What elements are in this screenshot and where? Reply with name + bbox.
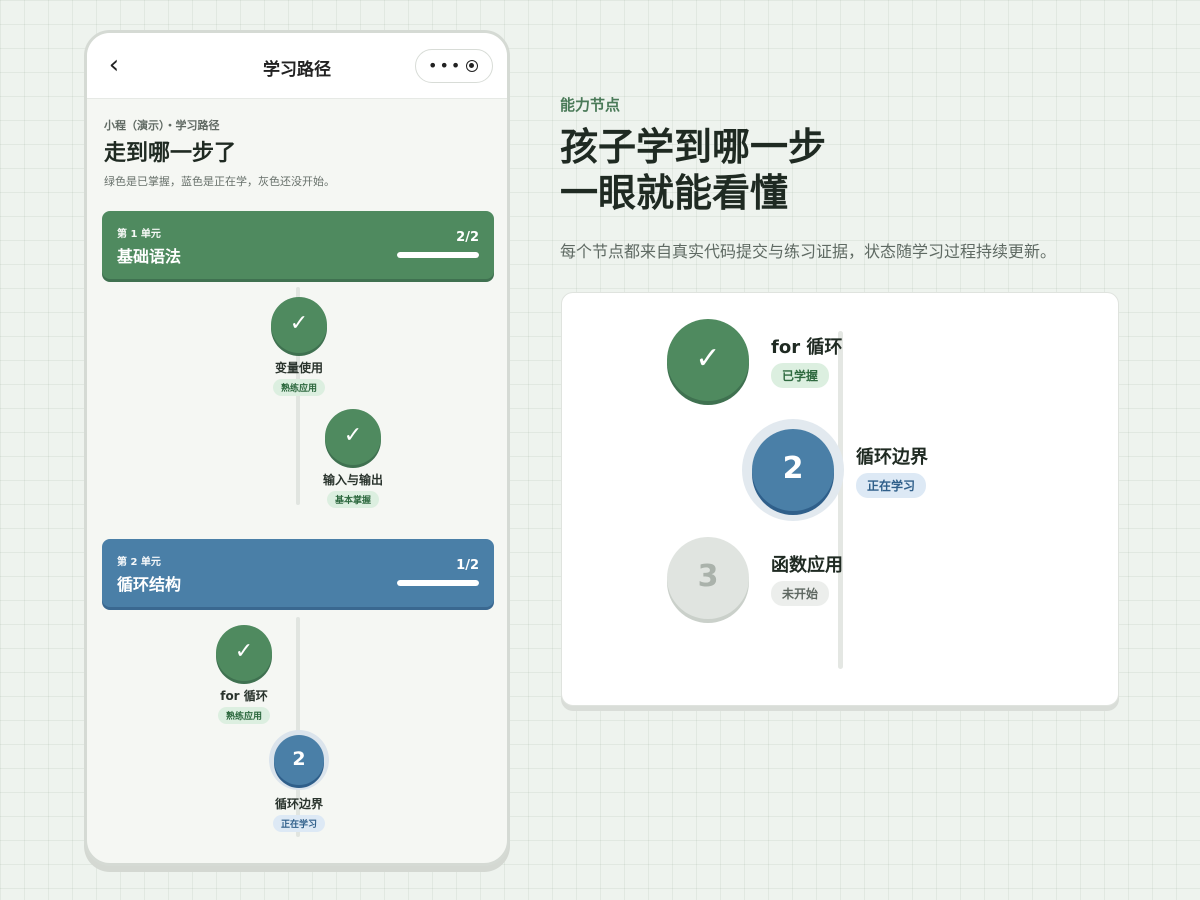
node-label: 输入与输出 bbox=[322, 473, 383, 487]
unit-label: 第 1 单元 bbox=[117, 229, 161, 240]
skill-node-for-loop[interactable]: ✓ for 循环 熟练应用 bbox=[184, 625, 304, 724]
skill-node-loop-boundary[interactable]: 2 循环边界 正在学习 bbox=[239, 735, 359, 832]
phone-frame: ‹ 学习路径 ••• 小程（演示）・学习路径 走到哪一步了 绿色是已掌握，蓝色是… bbox=[84, 30, 510, 866]
step-number[interactable]: 2 bbox=[752, 429, 834, 511]
unit-card-2[interactable]: 第 2 单元 循环结构 1/2 bbox=[102, 539, 494, 607]
headline-line-1: 孩子学到哪一步 bbox=[560, 125, 827, 169]
headline-line-2: 一眼就能看懂 bbox=[560, 171, 789, 215]
unit-progress-count: 2/2 bbox=[456, 230, 479, 245]
node-label: 循环边界 bbox=[274, 797, 323, 811]
node-label: 变量使用 bbox=[274, 361, 323, 375]
check-icon[interactable]: ✓ bbox=[271, 297, 327, 353]
status-badge: 未开始 bbox=[771, 581, 830, 606]
node-showcase-card: ✓ for 循环 已学握 2 循环边界 正在学习 3 函数应用 未开始 bbox=[561, 292, 1119, 706]
unit-name: 基础语法 bbox=[117, 247, 182, 266]
nav-bar: ‹ 学习路径 ••• bbox=[87, 33, 507, 99]
status-badge: 基本掌握 bbox=[326, 491, 379, 508]
section-subline: 每个节点都来自真实代码提交与练习证据，状态随学习过程持续更新。 bbox=[560, 242, 1057, 261]
path-line bbox=[838, 331, 843, 669]
node-label: 循环边界 bbox=[856, 447, 928, 468]
section-eyebrow: 能力节点 bbox=[560, 96, 621, 114]
node-label: 函数应用 bbox=[771, 555, 843, 576]
status-badge: 正在学习 bbox=[272, 815, 325, 832]
unit-progress-fill bbox=[397, 252, 479, 258]
mini-program-capsule[interactable]: ••• bbox=[415, 49, 493, 83]
status-badge: 熟练应用 bbox=[217, 707, 270, 724]
status-badge: 熟练应用 bbox=[272, 379, 325, 396]
node-label: for 循环 bbox=[771, 337, 843, 358]
close-target-icon[interactable] bbox=[466, 60, 478, 72]
unit-card-1[interactable]: 第 1 单元 基础语法 2/2 bbox=[102, 211, 494, 279]
step-number[interactable]: 3 bbox=[667, 537, 749, 619]
unit-progress-count: 1/2 bbox=[456, 558, 479, 573]
check-icon[interactable]: ✓ bbox=[325, 409, 381, 465]
node-label: for 循环 bbox=[220, 689, 268, 703]
unit-name: 循环结构 bbox=[117, 575, 182, 594]
check-icon[interactable]: ✓ bbox=[216, 625, 272, 681]
unit-label: 第 2 单元 bbox=[117, 557, 161, 568]
breadcrumb: 小程（演示）・学习路径 bbox=[104, 119, 220, 132]
page-description: 绿色是已掌握，蓝色是正在学，灰色还没开始。 bbox=[104, 175, 335, 188]
step-number[interactable]: 2 bbox=[274, 735, 324, 785]
status-badge: 已学握 bbox=[771, 363, 830, 388]
skill-node-variables[interactable]: ✓ 变量使用 熟练应用 bbox=[239, 297, 359, 396]
unit-progress-bar bbox=[397, 252, 479, 258]
page-title: 走到哪一步了 bbox=[104, 141, 237, 166]
check-icon[interactable]: ✓ bbox=[667, 319, 749, 401]
unit-progress-bar bbox=[397, 580, 479, 586]
status-badge: 正在学习 bbox=[856, 473, 927, 498]
unit-progress-fill bbox=[397, 580, 479, 586]
more-icon[interactable]: ••• bbox=[428, 56, 462, 75]
skill-node-io[interactable]: ✓ 输入与输出 基本掌握 bbox=[293, 409, 413, 508]
section-headline: 孩子学到哪一步 一眼就能看懂 bbox=[560, 124, 826, 216]
